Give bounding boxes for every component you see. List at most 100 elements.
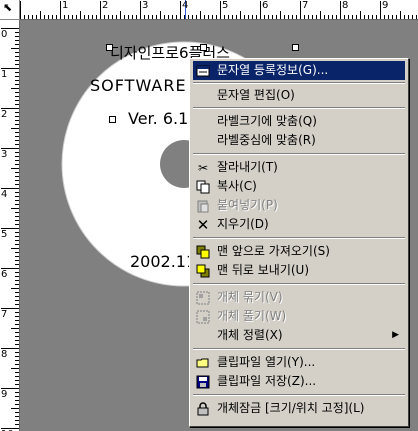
ruler-tick — [316, 15, 317, 19]
ruler-label: 8 — [1, 349, 8, 360]
ruler-label: 2 — [102, 0, 109, 11]
menu-item-fit-label-center[interactable]: 라벨중심에 맞춤(R) — [193, 131, 405, 150]
selection-handle[interactable] — [292, 44, 299, 51]
menu-separator — [193, 394, 405, 396]
selection-handle[interactable] — [200, 44, 207, 51]
ruler-label: 5 — [1, 229, 8, 240]
menu-item-open-clip-file[interactable]: 클립파일 열기(Y)... — [193, 353, 405, 372]
ruler-tick — [268, 15, 269, 19]
menu-item-ungroup[interactable]: 개체 풀기(W) — [193, 307, 405, 326]
ruler-tick — [15, 216, 19, 217]
ruler-tick — [15, 124, 19, 125]
ruler-tick — [124, 15, 125, 19]
ruler-tick — [15, 60, 19, 61]
menu-item-bring-to-front[interactable]: 맨 앞으로 가져오기(S) — [193, 242, 405, 261]
ruler-tick — [204, 15, 205, 19]
ruler-tick — [15, 152, 19, 153]
ruler-tick — [15, 316, 19, 317]
ruler-tick — [15, 356, 19, 357]
ruler-label: 7 — [1, 309, 8, 320]
ruler-tick — [276, 15, 277, 19]
ruler-tick — [15, 396, 19, 397]
ruler-tick — [15, 144, 19, 145]
selection-handle[interactable] — [109, 116, 116, 123]
ruler-tick — [88, 15, 89, 19]
ruler-tick — [15, 232, 19, 233]
lock-icon — [195, 401, 211, 417]
ruler-label: 2 — [1, 109, 8, 120]
menu-separator — [193, 107, 405, 109]
ruler-tick — [15, 140, 19, 141]
ruler-tick — [296, 15, 297, 19]
ruler-tick — [288, 15, 289, 19]
ruler-tick — [15, 76, 19, 77]
ruler-tick — [15, 136, 19, 137]
cd-date-text[interactable]: 2002.11 — [130, 252, 196, 271]
menu-separator — [193, 283, 405, 285]
send-back-icon — [195, 263, 211, 279]
ruler-tick — [292, 15, 293, 19]
ruler-label: 4 — [182, 0, 189, 11]
ruler-tick — [312, 15, 313, 19]
folder-open-icon — [195, 355, 211, 371]
menu-item-lock-object[interactable]: 개체잠금 [크기/위치 고정](L) — [193, 399, 405, 418]
ruler-tick — [15, 36, 19, 37]
ruler-tick — [15, 116, 19, 117]
ruler-corner[interactable]: ⬉ — [0, 0, 20, 20]
ruler-tick — [11, 248, 19, 249]
ruler-tick — [60, 1, 61, 19]
menu-item-send-to-back[interactable]: 맨 뒤로 보내기(U) — [193, 261, 405, 280]
menu-item-fit-label-size[interactable]: 라벨크기에 맞춤(Q) — [193, 112, 405, 131]
ruler-tick — [15, 92, 19, 93]
ruler-tick — [244, 15, 245, 19]
menu-item-string-properties[interactable]: 문자열 등록정보(G)... — [193, 61, 405, 80]
ruler-tick — [15, 284, 19, 285]
menu-item-paste[interactable]: 붙여넣기(P) — [193, 196, 405, 215]
cd-version-text[interactable]: Ver. 6.1. — [128, 109, 193, 128]
ruler-tick — [68, 15, 69, 19]
ruler-tick — [300, 1, 301, 19]
ruler-tick — [15, 80, 19, 81]
ruler-tick — [168, 15, 169, 19]
ruler-tick — [15, 272, 19, 273]
ruler-tick — [116, 15, 117, 19]
ruler-tick — [280, 11, 281, 19]
ruler-tick — [15, 176, 19, 177]
ruler-tick — [372, 15, 373, 19]
menu-item-arrange-objects[interactable]: 개체 정렬(X) ▶ — [193, 326, 405, 345]
ruler-tick — [15, 200, 19, 201]
menu-item-group[interactable]: 개체 묶기(V) — [193, 288, 405, 307]
ruler-tick — [160, 11, 161, 19]
menu-item-copy[interactable]: 복사(C) — [193, 177, 405, 196]
group-icon — [195, 290, 211, 306]
ruler-tick — [15, 236, 19, 237]
menu-item-delete[interactable]: ✕ 지우기(D) — [193, 215, 405, 234]
scissors-icon: ✂ — [197, 160, 209, 175]
ruler-tick — [15, 336, 19, 337]
ruler-tick — [176, 15, 177, 19]
ruler-tick — [15, 104, 19, 105]
menu-item-save-clip-file[interactable]: 클립파일 저장(Z)... — [193, 372, 405, 391]
menu-item-edit-string[interactable]: 문자열 편집(O) — [193, 86, 405, 105]
ruler-tick — [15, 300, 19, 301]
ruler-tick — [212, 15, 213, 19]
ruler-tick — [412, 15, 413, 19]
ruler-label: 9 — [382, 0, 389, 11]
ruler-tick — [272, 15, 273, 19]
ruler-tick — [416, 15, 417, 19]
ruler-corner-arrow-icon: ⬉ — [3, 1, 13, 14]
ruler-tick — [15, 312, 19, 313]
ruler-tick — [136, 15, 137, 19]
ruler-tick — [11, 168, 19, 169]
ruler-tick — [228, 15, 229, 19]
selection-handle[interactable] — [106, 44, 113, 51]
ruler-label: 0 — [1, 29, 8, 40]
menu-item-cut[interactable]: ✂ 잘라내기(T) — [193, 158, 405, 177]
ruler-tick — [72, 15, 73, 19]
ruler-tick — [132, 15, 133, 19]
ruler-tick — [96, 15, 97, 19]
ruler-tick — [15, 420, 19, 421]
ruler-label: 5 — [222, 0, 229, 11]
ruler-tick — [120, 11, 121, 19]
ruler-tick — [15, 192, 19, 193]
